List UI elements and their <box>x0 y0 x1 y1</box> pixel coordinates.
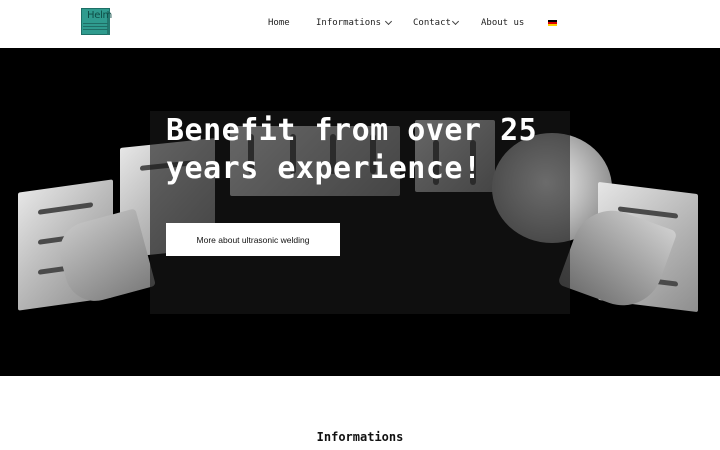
language-flag-de-icon[interactable] <box>548 20 557 26</box>
logo-lines <box>83 23 108 31</box>
more-about-ultrasonic-welding-button[interactable]: More about ultrasonic welding <box>166 223 340 256</box>
nav-about[interactable]: About us <box>481 18 524 28</box>
nav-informations-label: Informations <box>316 18 382 28</box>
site-header: Helm Home Informations Contact About us <box>0 0 720 48</box>
nav-contact[interactable]: Contact <box>413 17 459 28</box>
chevron-down-icon <box>384 17 393 26</box>
hero-title: Benefit from over 25 years experience! <box>166 113 538 186</box>
nav-home[interactable]: Home <box>268 18 290 28</box>
nav-home-label: Home <box>268 18 290 28</box>
nav-informations[interactable]: Informations <box>316 17 393 28</box>
site-logo[interactable]: Helm <box>81 8 112 36</box>
chevron-down-icon <box>451 17 459 26</box>
nav-about-label: About us <box>481 18 525 28</box>
logo-text: Helm <box>87 10 112 21</box>
section-title: Informations <box>316 430 404 444</box>
nav-contact-label: Contact <box>413 18 451 28</box>
hero-banner <box>0 48 720 376</box>
